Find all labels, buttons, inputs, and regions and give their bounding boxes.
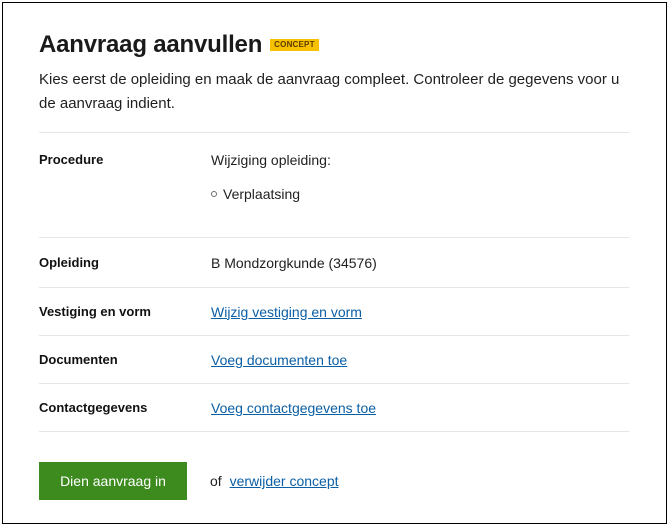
card-content: Aanvraag aanvullen CONCEPT Kies eerst de… — [39, 31, 629, 432]
opleiding-label: Opleiding — [39, 255, 99, 270]
vestiging-row: Vestiging en vorm Wijzig vestiging en vo… — [39, 288, 629, 336]
intro-text: Kies eerst de opleiding en maak de aanvr… — [39, 71, 620, 112]
procedure-value: Wijziging opleiding: Verplaatsing — [211, 152, 331, 237]
opleiding-value: B Mondzorgkunde (34576) — [211, 254, 377, 271]
procedure-list-item: Verplaatsing — [211, 186, 331, 202]
page-title: Aanvraag aanvullen — [39, 31, 263, 58]
application-card: Aanvraag aanvullen CONCEPT Kies eerst de… — [2, 2, 667, 524]
edit-vestiging-link[interactable]: Wijzig vestiging en vorm — [211, 304, 362, 320]
title-row: Aanvraag aanvullen CONCEPT — [39, 31, 629, 59]
vestiging-label: Vestiging en vorm — [39, 304, 151, 319]
procedure-type: Wijziging opleiding: — [211, 152, 331, 168]
add-documents-link[interactable]: Voeg documenten toe — [211, 352, 347, 368]
procedure-row: Procedure Wijziging opleiding: Verplaats… — [39, 133, 629, 238]
contact-row: Contactgegevens Voeg contactgegevens toe — [39, 384, 629, 432]
actions-bar: Dien aanvraag in of verwijder concept — [39, 462, 339, 500]
procedure-label: Procedure — [39, 152, 104, 167]
documenten-label: Documenten — [39, 352, 118, 367]
add-contact-link[interactable]: Voeg contactgegevens toe — [211, 400, 376, 416]
delete-concept-link[interactable]: verwijder concept — [230, 473, 339, 489]
or-text-wrapper: of verwijder concept — [210, 473, 339, 489]
contact-label: Contactgegevens — [39, 400, 148, 415]
or-text: of — [210, 473, 222, 489]
procedure-item-text: Verplaatsing — [223, 186, 301, 202]
documenten-row: Documenten Voeg documenten toe — [39, 336, 629, 384]
details-table: Procedure Wijziging opleiding: Verplaats… — [39, 132, 629, 432]
bullet-circle-icon — [211, 191, 217, 197]
status-badge: CONCEPT — [270, 39, 319, 51]
opleiding-row: Opleiding B Mondzorgkunde (34576) — [39, 238, 629, 288]
submit-application-button[interactable]: Dien aanvraag in — [39, 462, 187, 500]
